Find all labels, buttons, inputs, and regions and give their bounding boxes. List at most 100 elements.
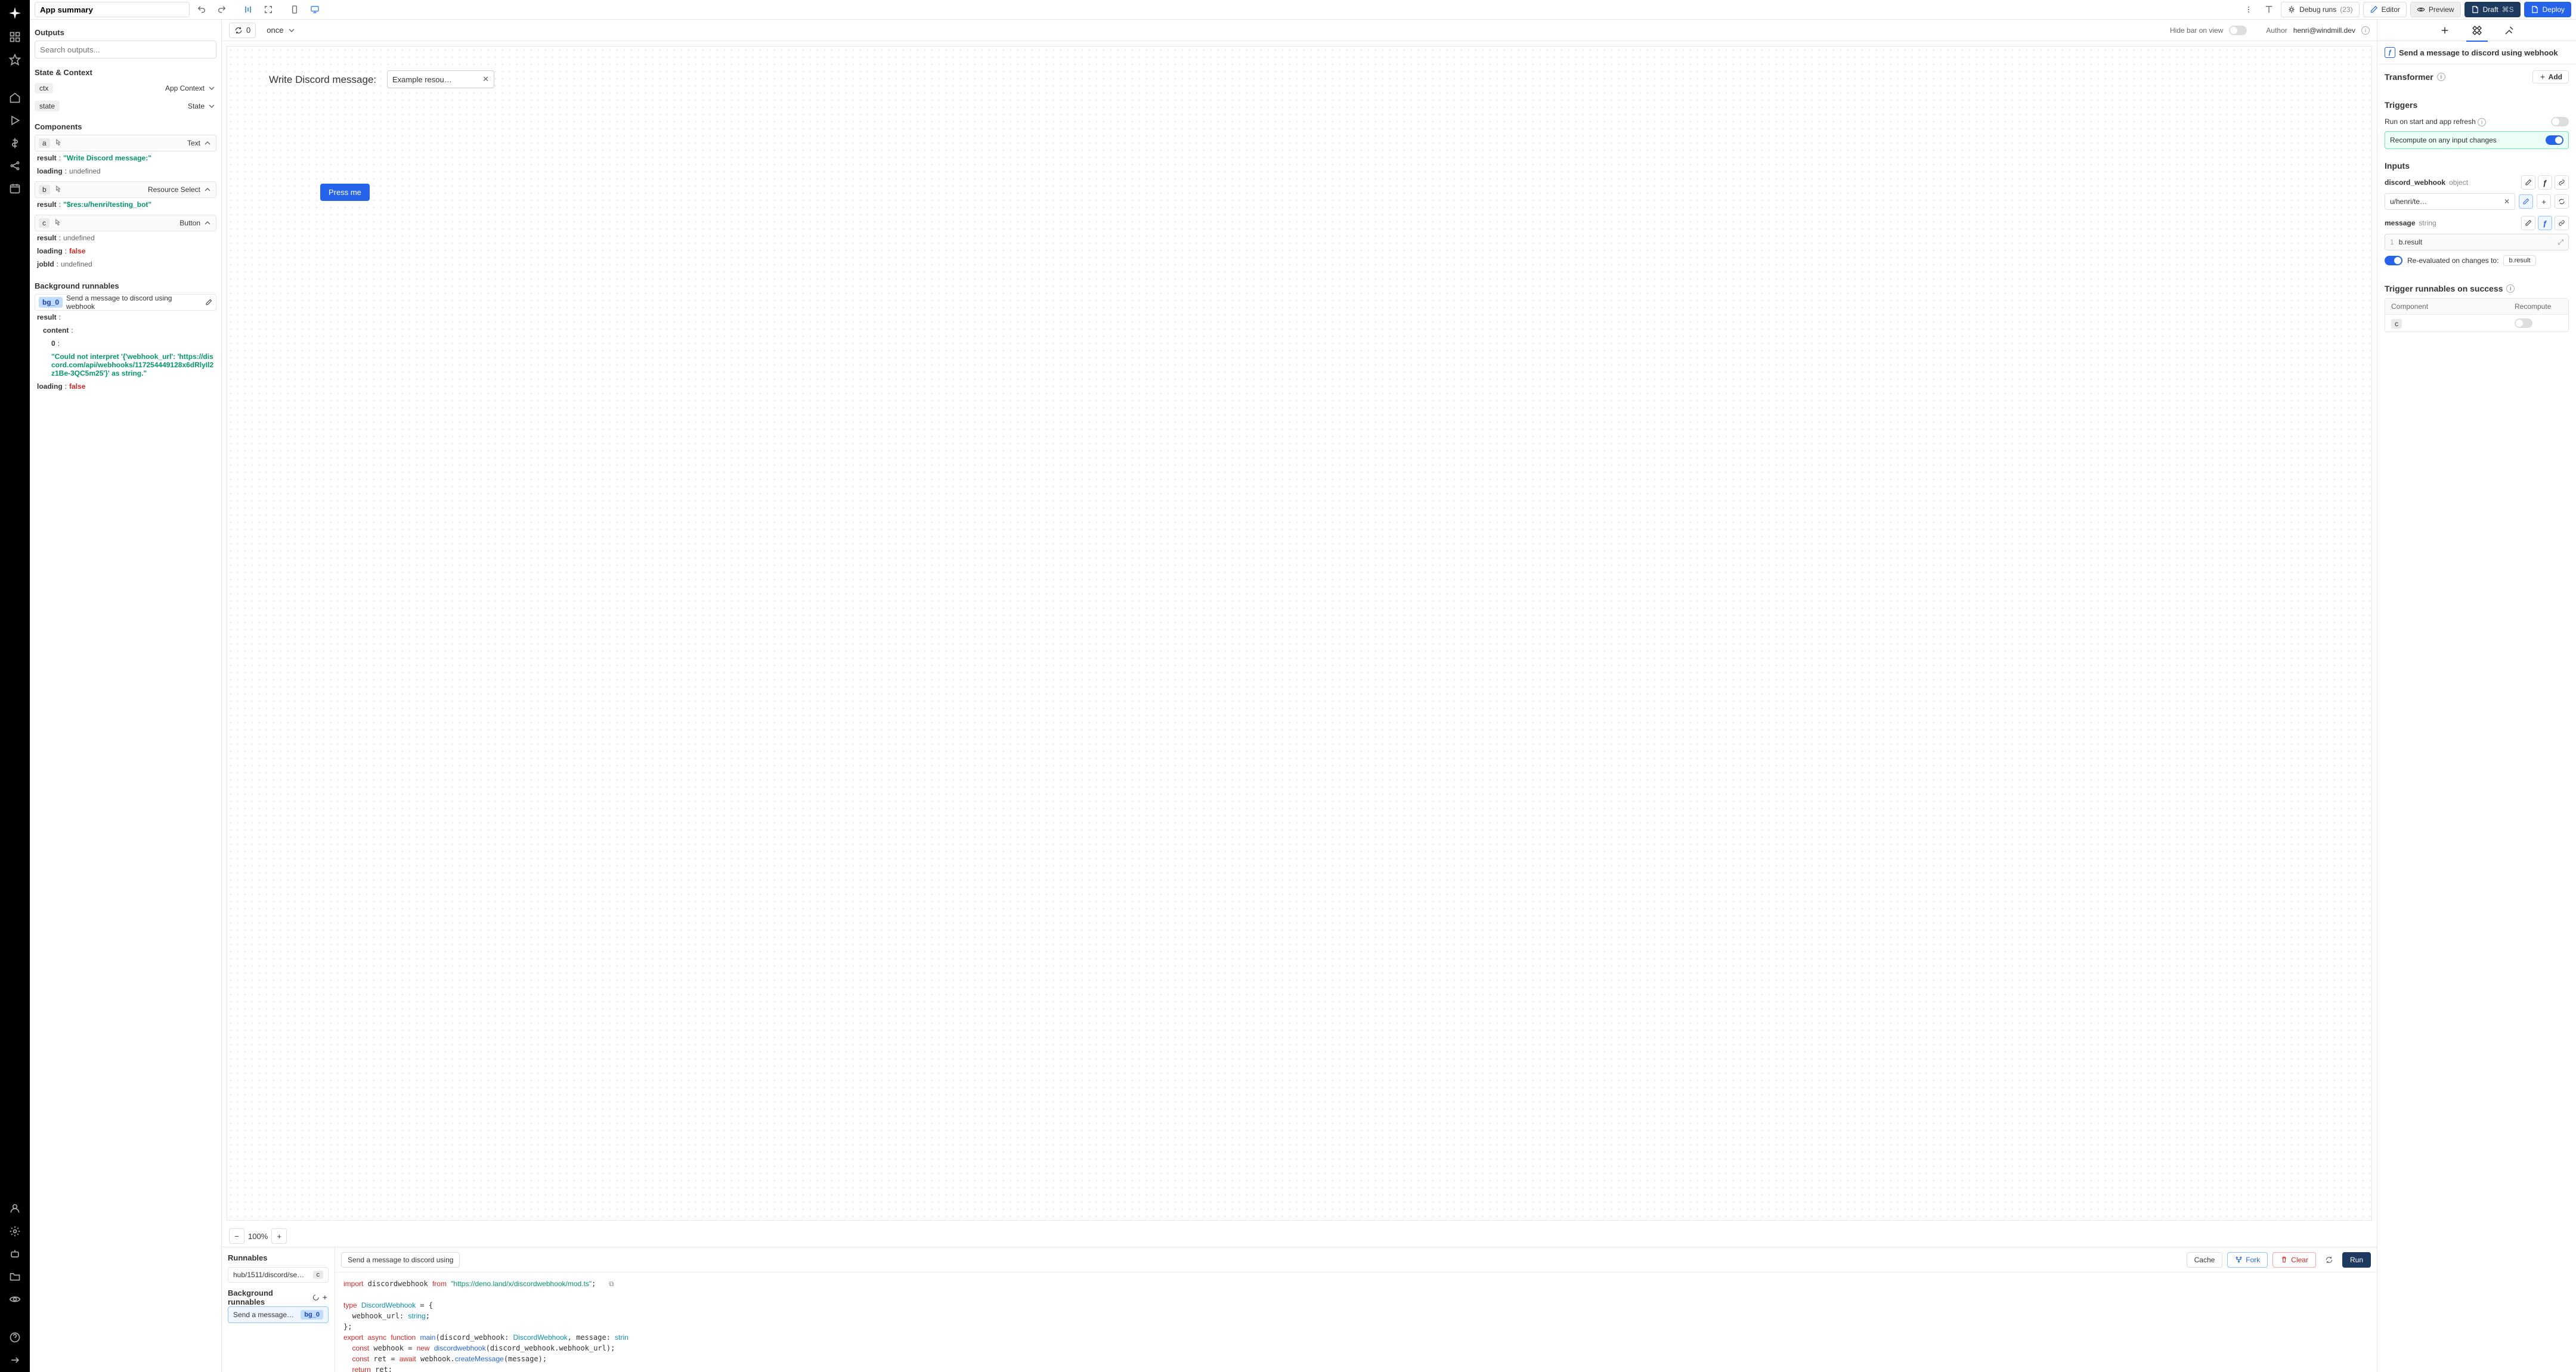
edit-icon[interactable] — [2521, 216, 2535, 230]
more-icon[interactable] — [2240, 2, 2257, 17]
user-icon[interactable] — [9, 1203, 21, 1215]
chevron-up-icon[interactable] — [203, 218, 212, 228]
clear-button[interactable]: Clear — [2272, 1252, 2316, 1268]
info-icon[interactable]: i — [2506, 284, 2515, 293]
folder-icon[interactable] — [9, 1271, 21, 1283]
home-icon[interactable] — [9, 92, 21, 104]
gear-icon[interactable] — [9, 1225, 21, 1237]
canvas-resource-select[interactable]: Example resou… ✕ — [387, 70, 494, 88]
component-row-c[interactable]: c Button — [35, 215, 216, 231]
plus-icon[interactable] — [321, 1294, 329, 1301]
search-outputs-input[interactable] — [35, 41, 216, 58]
desktop-icon[interactable] — [306, 2, 323, 17]
trigger-start-toggle[interactable] — [2551, 117, 2569, 126]
info-icon[interactable]: i — [2437, 73, 2445, 81]
bg-runnables-heading2: Background runnables — [228, 1289, 310, 1306]
share-icon[interactable] — [9, 160, 21, 172]
preview-button[interactable]: Preview — [2410, 2, 2461, 17]
run-button[interactable]: Run — [2342, 1252, 2371, 1268]
reeval-toggle[interactable] — [2385, 256, 2402, 265]
editor-button[interactable]: Editor — [2363, 2, 2407, 17]
edit-icon[interactable] — [2519, 194, 2533, 209]
debug-runs-label: Debug runs — [2299, 5, 2336, 14]
canvas[interactable]: Write Discord message: Example resou… ✕ … — [227, 46, 2372, 1221]
undo-icon[interactable] — [193, 2, 210, 17]
function-icon: ƒ — [2385, 47, 2395, 58]
error-content: "Could not interpret '{'webhook_url': 'h… — [35, 350, 216, 380]
success-row-toggle[interactable] — [2515, 318, 2532, 328]
tab-components[interactable] — [2470, 23, 2484, 38]
hide-bar-toggle[interactable] — [2229, 26, 2247, 35]
runnable-item-hub[interactable]: hub/1511/discord/se… c — [228, 1267, 329, 1283]
code-editor[interactable]: import discordwebhook from "https://deno… — [335, 1272, 2377, 1372]
deploy-button[interactable]: Deploy — [2524, 2, 2571, 17]
info-icon[interactable]: i — [2361, 26, 2370, 35]
arrow-right-icon[interactable] — [9, 1354, 21, 1366]
copy-icon[interactable]: ⧉ — [609, 1280, 614, 1288]
right-panel: ƒ Send a message to discord using webhoo… — [2377, 20, 2576, 1372]
close-icon[interactable]: ✕ — [482, 75, 489, 84]
zoom-out-button[interactable]: − — [229, 1228, 244, 1244]
close-icon[interactable]: ✕ — [2504, 197, 2510, 206]
link-icon[interactable] — [2555, 216, 2569, 230]
draft-button[interactable]: Draft ⌘S — [2464, 2, 2521, 17]
prop-key: result — [37, 200, 57, 209]
component-row-a[interactable]: a Text — [35, 135, 216, 151]
expand-icon[interactable]: ⤢ — [2558, 237, 2563, 247]
fullscreen-icon[interactable] — [260, 2, 277, 17]
redo-icon[interactable] — [213, 2, 230, 17]
app-summary-input[interactable] — [35, 2, 190, 17]
edit-icon[interactable] — [2521, 175, 2535, 190]
refresh-icon[interactable] — [2555, 194, 2569, 209]
prop-key: loading — [37, 247, 63, 255]
state-row[interactable]: state State — [35, 98, 216, 114]
link-icon[interactable] — [2555, 175, 2569, 190]
play-icon[interactable] — [9, 114, 21, 126]
canvas-button-c[interactable]: Press me — [320, 184, 370, 201]
interval-select[interactable]: once — [262, 23, 301, 38]
success-table: Component Recompute c — [2385, 298, 2569, 332]
bg-runnable-row[interactable]: bg_0 Send a message to discord using web… — [35, 294, 216, 311]
calendar-icon[interactable] — [9, 182, 21, 194]
book-icon[interactable] — [2261, 2, 2277, 17]
cache-button[interactable]: Cache — [2187, 1252, 2223, 1268]
debug-runs-button[interactable]: Debug runs (23) — [2281, 2, 2359, 17]
fork-button[interactable]: Fork — [2227, 1252, 2268, 1268]
canvas-text-a[interactable]: Write Discord message: — [269, 74, 376, 86]
chevron-up-icon[interactable] — [203, 185, 212, 194]
bg-runnable-id: bg_0 — [39, 297, 63, 308]
runnable-item-bg0[interactable]: Send a message… bg_0 — [228, 1306, 329, 1323]
pointer-icon — [54, 139, 62, 147]
pointer-icon — [53, 219, 61, 227]
bg-runnable-title: Send a message to discord using webhook — [66, 294, 202, 311]
trigger-start-label: Run on start and app refresh — [2385, 117, 2476, 126]
function-icon[interactable]: ƒ — [2538, 216, 2552, 230]
refresh-code-button[interactable] — [2321, 1252, 2337, 1268]
align-icon[interactable] — [240, 2, 256, 17]
eye-icon[interactable] — [9, 1293, 21, 1305]
zoom-in-button[interactable]: + — [271, 1228, 287, 1244]
chevron-up-icon[interactable] — [203, 138, 212, 148]
tab-styles[interactable] — [2502, 23, 2516, 38]
zoom-controls: − 100% + — [222, 1225, 2377, 1247]
input-type: object — [2449, 178, 2468, 187]
plus-icon[interactable]: + — [2537, 194, 2551, 209]
ctx-row[interactable]: ctx App Context — [35, 80, 216, 96]
edit-icon[interactable] — [205, 299, 212, 306]
input-code-value[interactable]: 1 b.result ⤢ — [2385, 234, 2569, 250]
tab-add[interactable] — [2438, 23, 2452, 38]
add-transformer-button[interactable]: Add — [2532, 70, 2569, 83]
info-icon[interactable]: i — [2478, 118, 2486, 126]
windmill-logo-icon — [8, 6, 22, 20]
refresh-button[interactable]: 0 — [229, 23, 256, 38]
trigger-recompute-toggle[interactable] — [2546, 135, 2563, 145]
bot-icon[interactable] — [9, 1248, 21, 1260]
component-row-b[interactable]: b Resource Select — [35, 181, 216, 198]
dollar-icon[interactable] — [9, 137, 21, 149]
grid-icon[interactable] — [9, 31, 21, 43]
star-icon[interactable] — [9, 54, 21, 66]
state-badge: state — [35, 101, 60, 112]
function-icon[interactable]: ƒ — [2538, 175, 2552, 190]
mobile-icon[interactable] — [286, 2, 303, 17]
help-icon[interactable] — [9, 1331, 21, 1343]
